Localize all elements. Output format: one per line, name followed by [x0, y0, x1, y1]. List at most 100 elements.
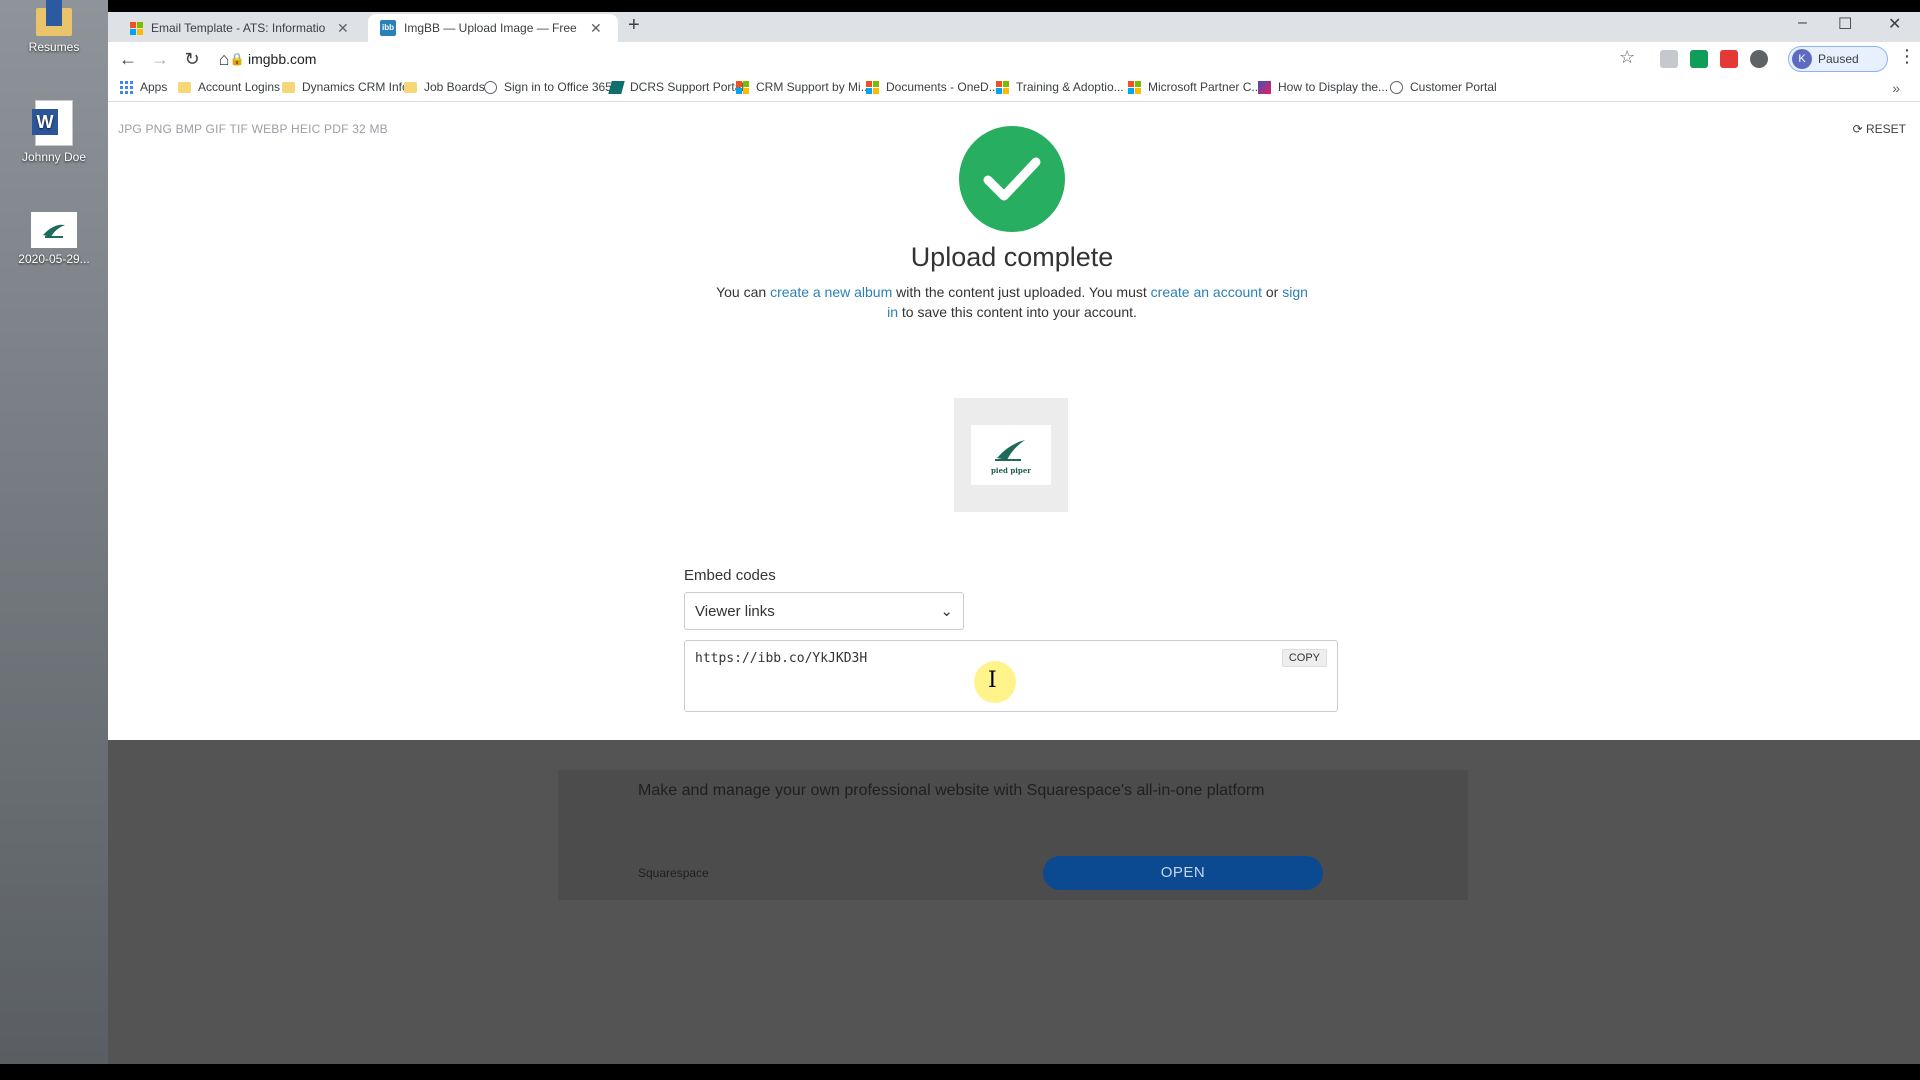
ad-card: Make and manage your own professional we…: [558, 770, 1468, 900]
reload-icon[interactable]: ↻: [176, 49, 208, 70]
folder-icon: [404, 81, 417, 93]
browser-window: Email Template - ATS: Informatio ✕ ibb I…: [108, 12, 1920, 1064]
imgbb-icon: ibb: [380, 20, 396, 36]
extension-cast-icon[interactable]: [1660, 50, 1678, 68]
reset-button[interactable]: ⟳ RESET: [1853, 122, 1906, 136]
address-bar[interactable]: 🔒 imgbb.com: [226, 45, 1596, 73]
bookmark-label: Customer Portal: [1410, 80, 1497, 94]
embed-codes-label: Embed codes: [684, 567, 776, 584]
bookmark-documents-onedrive[interactable]: Documents - OneD...: [866, 80, 999, 94]
bookmark-label: DCRS Support Portal: [630, 80, 745, 94]
ad-overlay: Make and manage your own professional we…: [108, 740, 1920, 1064]
menu-kebab-icon[interactable]: ⋮: [1898, 46, 1916, 67]
avatar: K: [1792, 49, 1812, 69]
desktop-icon-label: 2020-05-29...: [18, 252, 90, 266]
tab-bar: Email Template - ATS: Informatio ✕ ibb I…: [108, 12, 1920, 42]
pied-piper-logo: pied piper: [971, 425, 1051, 485]
dynamics-icon: [608, 80, 625, 94]
close-icon[interactable]: ✕: [337, 20, 349, 37]
logo-text: pied piper: [991, 465, 1031, 475]
bookmark-label: Documents - OneD...: [886, 80, 999, 94]
chevron-down-icon: ⌄: [940, 603, 953, 620]
message-text: or: [1261, 284, 1283, 300]
bookmark-dynamics-crm-info[interactable]: Dynamics CRM Info: [282, 80, 409, 94]
microsoft-icon: [130, 21, 143, 35]
apps-grid-icon: [120, 80, 133, 94]
minimize-icon[interactable]: –: [1798, 14, 1807, 32]
bookmark-microsoft-partner[interactable]: Microsoft Partner C...: [1128, 80, 1261, 94]
ad-open-button[interactable]: OPEN: [1043, 856, 1323, 890]
bookmark-training-adoption[interactable]: Training & Adoptio...: [996, 80, 1124, 94]
address-text: imgbb.com: [248, 51, 317, 67]
tab-title: Email Template - ATS: Informatio: [151, 21, 326, 35]
bookmark-crm-support[interactable]: CRM Support by Mi...: [736, 80, 871, 94]
folder-icon: [36, 0, 72, 36]
bookmark-label: Apps: [140, 80, 168, 94]
new-tab-button[interactable]: +: [628, 14, 640, 37]
supported-formats: JPG PNG BMP GIF TIF WEBP HEIC PDF 32 MB: [118, 122, 388, 136]
bookmark-how-to-display[interactable]: How to Display the...: [1258, 80, 1388, 94]
bookmark-label: Account Logins: [198, 80, 281, 94]
bookmark-label: How to Display the...: [1278, 80, 1389, 94]
copy-button[interactable]: COPY: [1281, 649, 1327, 667]
ad-text: Make and manage your own professional we…: [638, 782, 1265, 799]
reset-label: RESET: [1865, 122, 1906, 136]
back-icon[interactable]: ←: [112, 49, 144, 70]
bookmark-office-365[interactable]: Sign in to Office 365: [484, 80, 612, 94]
globe-icon: [484, 80, 497, 94]
bookmark-account-logins[interactable]: Account Logins: [178, 80, 280, 94]
bookmark-customer-portal[interactable]: Customer Portal: [1390, 80, 1497, 94]
sign-in-link-part1[interactable]: sign: [1282, 284, 1308, 300]
extension-pinterest-icon[interactable]: [1720, 50, 1738, 68]
desktop: Resumes W Johnny Doe 2020-05-29...: [0, 0, 108, 1064]
message-text: You can: [716, 284, 771, 300]
profile-status: Paused: [1818, 52, 1859, 66]
success-check-icon: [959, 126, 1065, 232]
message-text: with the content just uploaded. You must: [892, 284, 1151, 300]
create-album-link[interactable]: create a new album: [770, 284, 892, 300]
profile-button[interactable]: K Paused: [1788, 46, 1888, 72]
imgbb-page: JPG PNG BMP GIF TIF WEBP HEIC PDF 32 MB …: [108, 102, 1920, 1064]
desktop-icon-resumes[interactable]: Resumes: [4, 0, 104, 54]
sign-in-link-part2[interactable]: in: [887, 304, 898, 320]
create-account-link[interactable]: create an account: [1151, 284, 1262, 300]
uploaded-image-preview[interactable]: pied piper: [954, 398, 1068, 512]
lock-icon: 🔒: [229, 52, 245, 66]
embed-code-text: https://ibb.co/YkJKD3H: [695, 651, 868, 666]
extension-dynamics-icon[interactable]: [1690, 50, 1708, 68]
reset-icon: ⟳: [1852, 122, 1866, 136]
browser-toolbar: ← → ↻ ⌂ 🔒 imgbb.com ☆ K Paused ⋮: [108, 42, 1920, 76]
bookmarks-bar: Apps Account Logins Dynamics CRM Info Jo…: [108, 76, 1920, 102]
upload-complete-title: Upload complete: [910, 242, 1114, 272]
window-close-icon[interactable]: ✕: [1888, 14, 1901, 34]
bookmark-dcrs-support[interactable]: DCRS Support Portal: [608, 80, 745, 94]
bookmark-apps[interactable]: Apps: [120, 80, 167, 94]
close-icon[interactable]: ✕: [590, 20, 602, 37]
bookmark-job-boards[interactable]: Job Boards: [404, 80, 485, 94]
upload-message: You can create a new album with the cont…: [686, 282, 1338, 322]
microsoft-icon: [866, 80, 879, 94]
ad-source: Squarespace: [638, 866, 709, 880]
bookmark-label: Dynamics CRM Info: [302, 80, 409, 94]
embed-codes-select[interactable]: Viewer links ⌄: [684, 592, 964, 630]
desktop-icon-johnny-doe[interactable]: W Johnny Doe: [4, 100, 104, 164]
desktop-icon-label: Resumes: [28, 40, 80, 54]
chart-icon: [1258, 80, 1271, 94]
forward-icon[interactable]: →: [144, 49, 176, 70]
globe-icon: [1390, 80, 1403, 94]
word-doc-icon: W: [32, 100, 73, 146]
bookmark-label: Sign in to Office 365: [504, 80, 612, 94]
maximize-icon[interactable]: ☐: [1838, 14, 1852, 34]
extensions-puzzle-icon[interactable]: [1750, 50, 1768, 68]
folder-icon: [178, 81, 191, 93]
tab-imgbb[interactable]: ibb ImgBB — Upload Image — Free ✕: [368, 14, 618, 42]
tab-email-template[interactable]: Email Template - ATS: Informatio ✕: [118, 14, 362, 42]
desktop-icon-image-file[interactable]: 2020-05-29...: [4, 212, 104, 266]
microsoft-icon: [996, 80, 1009, 94]
bookmark-label: CRM Support by Mi...: [756, 80, 871, 94]
bookmarks-overflow-icon[interactable]: »: [1892, 80, 1900, 96]
tab-title: ImgBB — Upload Image — Free: [404, 21, 577, 35]
folder-icon: [282, 81, 295, 93]
bookmark-label: Microsoft Partner C...: [1148, 80, 1262, 94]
bookmark-star-icon[interactable]: ☆: [1619, 47, 1635, 68]
